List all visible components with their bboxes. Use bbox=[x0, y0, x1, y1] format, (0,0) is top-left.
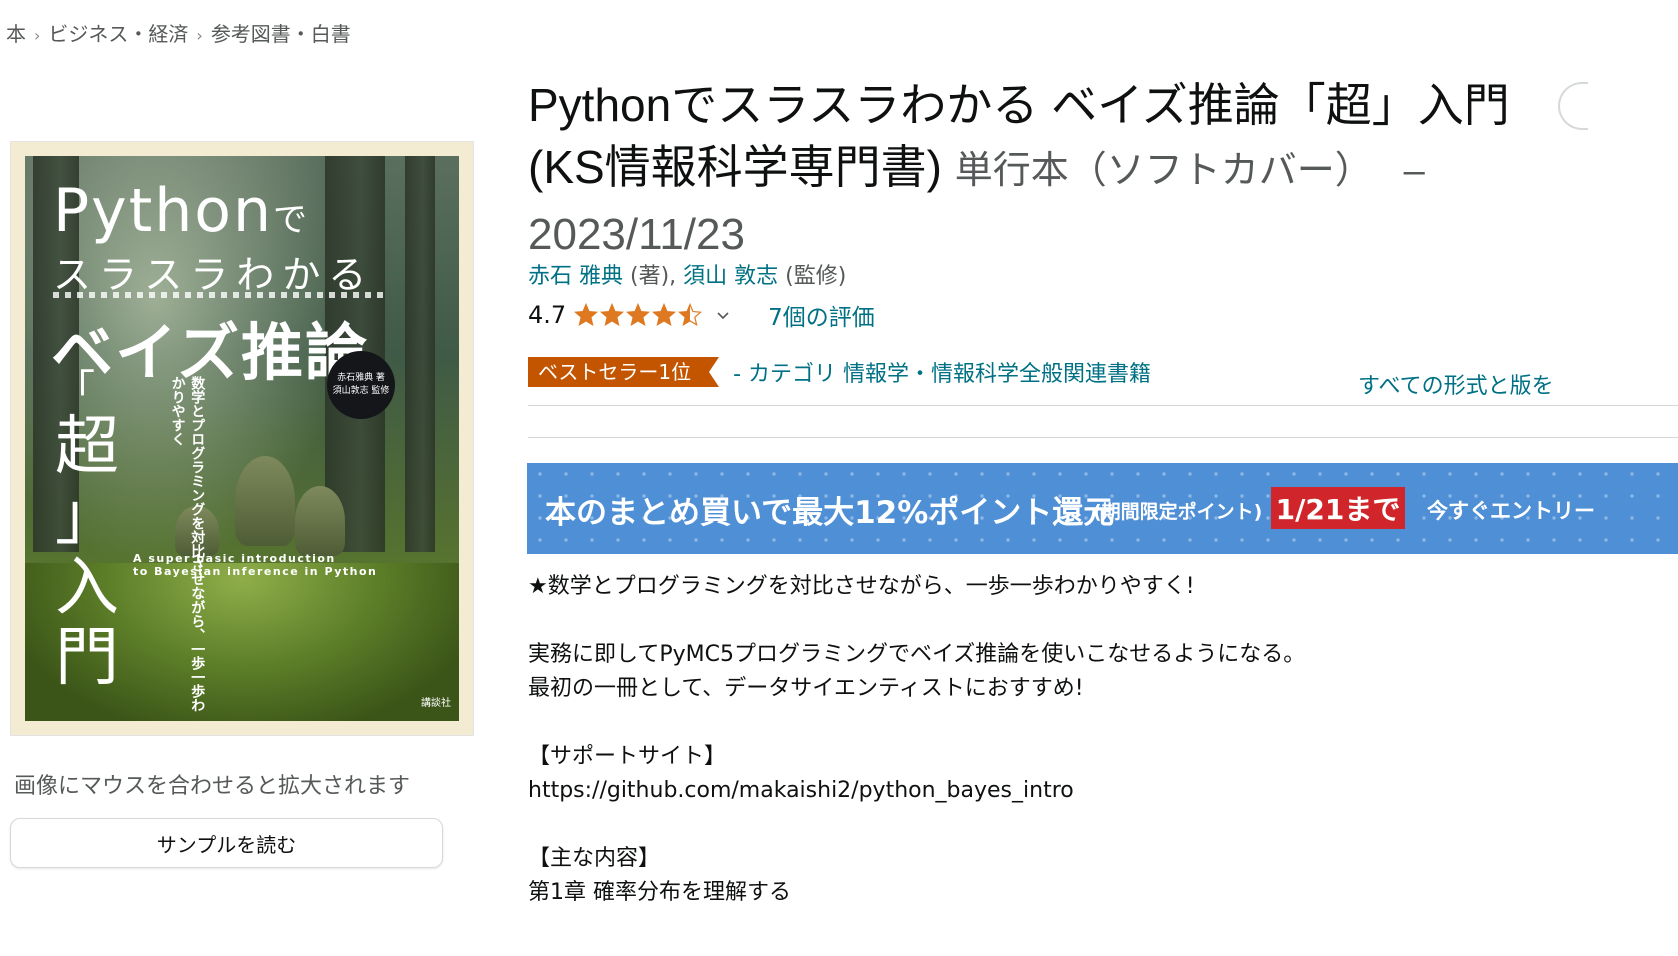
product-description: ★数学とプログラミングを対比させながら、一歩一歩わかりやすく! 実務に即してPy… bbox=[528, 570, 1668, 910]
bestseller-category-link[interactable]: - カテゴリ 情報学・情報科学全般関連書籍 bbox=[733, 356, 1151, 388]
zoom-hint: 画像にマウスを合わせると拡大されます bbox=[14, 774, 411, 799]
cover-title-python-text: Python bbox=[53, 176, 273, 246]
description-line: 【サポートサイト】 bbox=[528, 744, 727, 769]
star-rating[interactable] bbox=[574, 303, 703, 327]
promo-banner-note: (期間限定ポイント) bbox=[1093, 501, 1263, 523]
breadcrumb-item-books[interactable]: 本 bbox=[6, 22, 26, 46]
product-format-dash: – bbox=[1403, 150, 1425, 192]
cover-vert-char: 超 bbox=[55, 410, 119, 484]
cover-artwork: Pythonで スラスラわかる ベイズ推論 「 超 」入 門 数学とプログラミン… bbox=[25, 156, 459, 721]
cover-english-subtitle: A super basic introduction to Bayesian i… bbox=[133, 552, 377, 578]
all-formats-link[interactable]: すべての形式と版を bbox=[1358, 368, 1554, 400]
product-title-line2: (KS情報科学専門書) bbox=[528, 141, 942, 193]
description-line: ★数学とプログラミングを対比させながら、一歩一歩わかりやすく! bbox=[528, 574, 1195, 599]
author-link[interactable]: 赤石 雅典 bbox=[528, 264, 623, 289]
cover-rock bbox=[235, 456, 295, 546]
author-role: (著), bbox=[630, 264, 677, 289]
description-line: 【主な内容】 bbox=[528, 846, 661, 871]
product-title-line1: Pythonでスラスラわかる ベイズ推論「超」入門 bbox=[528, 79, 1510, 131]
cover-vert-char: 「 bbox=[55, 367, 95, 413]
rating-row: 4.7 7個の評価 bbox=[528, 298, 875, 332]
supervisor-link[interactable]: 須山 敦志 bbox=[683, 264, 778, 289]
description-line: 実務に即してPyMC5プログラミングでベイズ推論を使いこなせるようになる。 bbox=[528, 642, 1306, 667]
breadcrumb: 本 › ビジネス・経済 › 参考図書・白書 bbox=[6, 18, 351, 47]
book-cover-image[interactable]: Pythonで スラスラわかる ベイズ推論 「 超 」入 門 数学とプログラミン… bbox=[10, 141, 474, 736]
cover-tree-trunk bbox=[405, 156, 435, 552]
cover-subtitle: 数学とプログラミングを対比させながら、一歩一歩わかりやすく bbox=[169, 376, 206, 712]
divider bbox=[528, 437, 1678, 438]
bestseller-row: ベストセラー1位 - カテゴリ 情報学・情報科学全般関連書籍 bbox=[528, 356, 1151, 388]
rating-value: 4.7 bbox=[528, 301, 567, 329]
cover-title-chou-nyumon: 「 超 」入 門 bbox=[55, 367, 119, 696]
promo-banner[interactable]: 本のまとめ買いで最大12%ポイント還元 (期間限定ポイント) 1/21まで 今す… bbox=[527, 463, 1678, 554]
review-count-link[interactable]: 7個の評価 bbox=[768, 298, 875, 332]
share-button[interactable] bbox=[1558, 82, 1588, 130]
cover-title-de: で bbox=[272, 200, 309, 240]
support-site-url: https://github.com/makaishi2/python_baye… bbox=[528, 778, 1074, 803]
description-line: 第1章 確率分布を理解する bbox=[528, 880, 791, 905]
star-icon bbox=[600, 303, 625, 327]
breadcrumb-item-reference[interactable]: 参考図書・白書 bbox=[211, 22, 351, 46]
publication-date: 2023/11/23 bbox=[528, 210, 745, 259]
read-sample-button[interactable]: サンプルを読む bbox=[10, 818, 443, 868]
cover-rock bbox=[295, 486, 345, 556]
cover-badge-supervisor: 須山敦志 監修 bbox=[332, 386, 390, 396]
cover-badge-author: 赤石雅典 著 bbox=[337, 373, 385, 384]
breadcrumb-item-business[interactable]: ビジネス・経済 bbox=[48, 22, 188, 46]
cover-publisher: 講談社 bbox=[421, 698, 451, 709]
star-icon bbox=[574, 303, 599, 327]
promo-banner-cta: 今すぐエントリー bbox=[1427, 499, 1595, 523]
cover-author-badge: 赤石雅典 著 須山敦志 監修 bbox=[327, 351, 395, 419]
cover-title-surasura: スラスラわかる bbox=[53, 253, 375, 297]
product-title: Pythonでスラスラわかる ベイズ推論「超」入門 (KS情報科学専門書) 単行… bbox=[528, 74, 1558, 266]
author-byline: 赤石 雅典 (著), 須山 敦志 (監修) bbox=[528, 258, 846, 290]
cover-title-python: Pythonで bbox=[53, 176, 309, 246]
breadcrumb-separator-icon: › bbox=[34, 26, 41, 45]
cover-vert-char: 門 bbox=[55, 621, 119, 696]
product-title-block: Pythonでスラスラわかる ベイズ推論「超」入門 (KS情報科学専門書) 単行… bbox=[528, 74, 1558, 266]
cover-english-line1: A super basic introduction bbox=[133, 552, 336, 565]
bestseller-badge-notch bbox=[709, 357, 720, 387]
star-icon bbox=[652, 303, 677, 327]
divider bbox=[528, 405, 1678, 406]
cover-english-line2: to Bayesian inference in Python bbox=[133, 565, 378, 579]
promo-banner-title: 本のまとめ買いで最大12%ポイント還元 bbox=[545, 495, 1115, 531]
star-icon bbox=[626, 303, 651, 327]
cover-wave-line bbox=[53, 292, 383, 298]
chevron-down-icon[interactable] bbox=[716, 308, 730, 322]
description-line: 最初の一冊として、データサイエンティストにおすすめ! bbox=[528, 676, 1084, 701]
cover-vert-char: 」入 bbox=[55, 480, 119, 625]
promo-banner-deadline: 1/21まで bbox=[1271, 487, 1405, 529]
supervisor-role: (監修) bbox=[785, 264, 847, 289]
star-icon bbox=[678, 303, 703, 327]
bestseller-badge[interactable]: ベストセラー1位 bbox=[528, 357, 710, 387]
product-format: 単行本（ソフトカバー） bbox=[954, 150, 1373, 192]
breadcrumb-separator-icon: › bbox=[196, 26, 203, 45]
